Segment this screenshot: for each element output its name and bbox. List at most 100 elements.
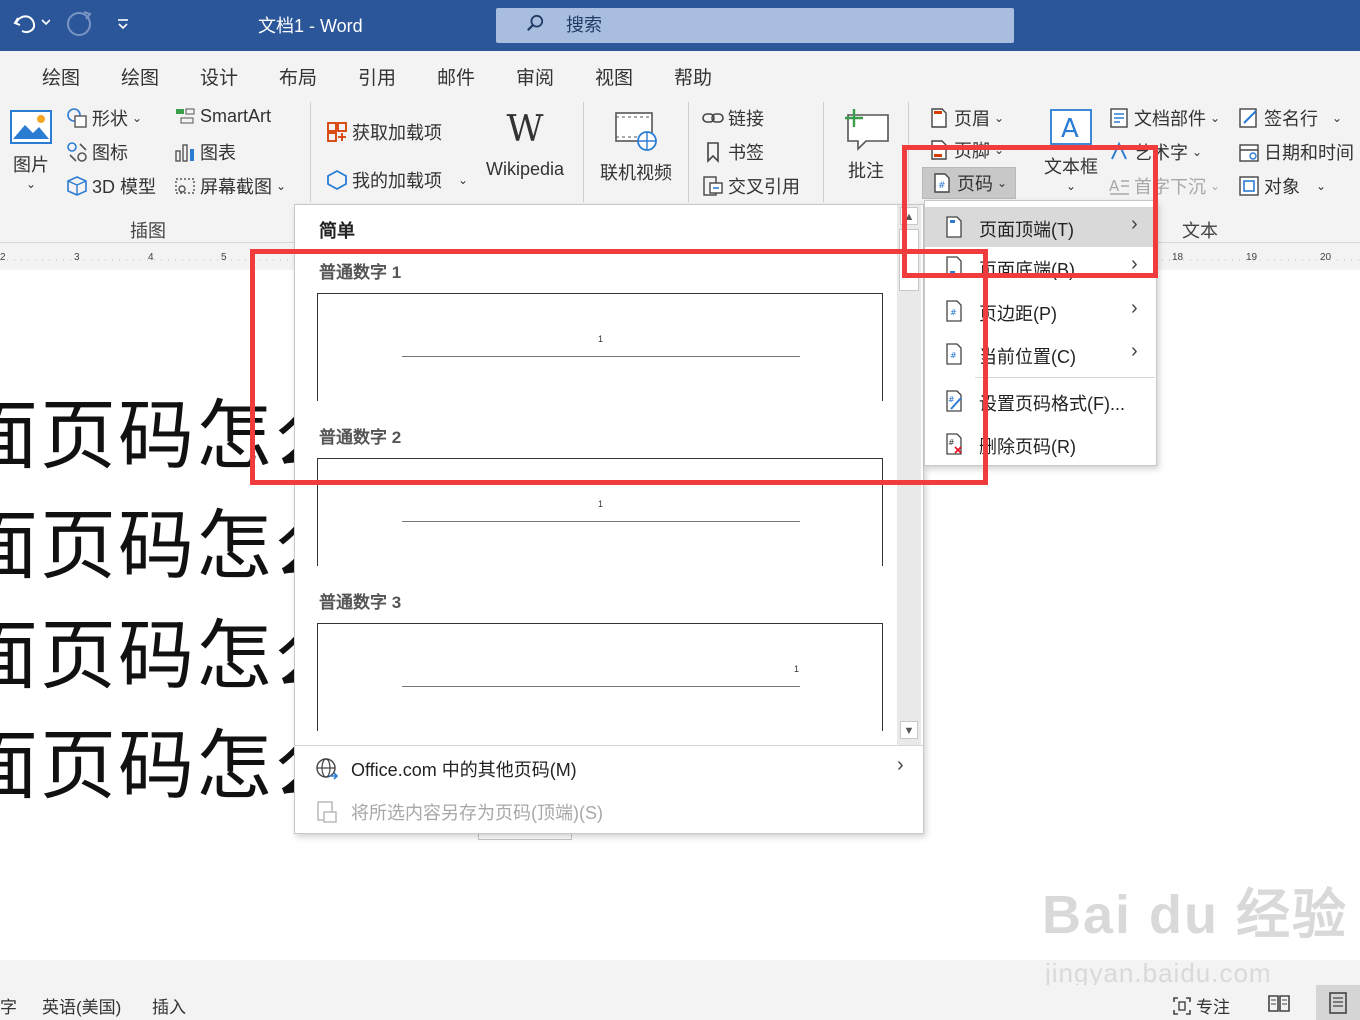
store-icon	[327, 122, 347, 142]
status-bar: 字 英语(美国) 插入 专注	[0, 985, 1360, 1020]
header-button[interactable]: 页眉 ⌄	[928, 105, 1004, 131]
tab-references[interactable]: 引用	[358, 63, 396, 90]
status-mode[interactable]: 插入	[152, 993, 186, 1018]
crossref-icon	[703, 176, 723, 196]
object-button[interactable]: 对象 ⌄	[1238, 173, 1326, 199]
quickparts-icon	[1110, 108, 1128, 128]
menu-separator	[975, 377, 1155, 378]
tab-layout[interactable]: 布局	[279, 63, 317, 90]
screenshot-icon	[175, 178, 195, 194]
menu-item-label: 设置页码格式(F)...	[979, 394, 1125, 414]
3d-models-button[interactable]: 3D 模型	[66, 173, 156, 199]
smartart-button[interactable]: SmartArt	[174, 105, 271, 127]
ruler-tick-label: 19	[1246, 252, 1258, 263]
chevron-right-icon: ›	[1131, 340, 1138, 362]
online-video-button[interactable]: 联机视频	[596, 109, 676, 185]
text-group-label: 文本	[1182, 221, 1218, 241]
smartart-label: SmartArt	[200, 105, 272, 126]
ribbon-separator	[583, 102, 584, 202]
header-label: 页眉	[954, 109, 990, 129]
signature-label: 签名行	[1264, 109, 1318, 129]
illustrations-group-label: 插图	[130, 221, 166, 241]
get-addins-button[interactable]: 获取加载项	[326, 119, 442, 145]
gallery-item-label: 普通数字 3	[319, 593, 402, 612]
link-icon	[702, 113, 724, 123]
object-label: 对象	[1264, 177, 1300, 197]
header-icon	[931, 108, 947, 128]
annotation-highlight-menu	[902, 145, 1158, 278]
icons-label: 图标	[92, 143, 128, 163]
title-bar: 文档1 - Word	[0, 0, 1360, 51]
quickparts-button[interactable]: 文档部件 ⌄	[1108, 105, 1220, 131]
scroll-down-icon[interactable]: ▼	[900, 721, 918, 739]
my-addins-label: 我的加载项	[352, 171, 442, 191]
link-button[interactable]: 链接	[702, 105, 764, 131]
shapes-button[interactable]: 形状 ⌄	[66, 105, 142, 131]
customize-quick-access-icon[interactable]	[116, 14, 130, 37]
redo-icon[interactable]	[66, 10, 94, 44]
comment-button[interactable]: 批注	[838, 107, 894, 183]
textbox-icon: A	[1050, 109, 1092, 145]
tab-help[interactable]: 帮助	[674, 63, 712, 90]
menu-item-label: 页边距(P)	[979, 304, 1057, 324]
print-layout-icon[interactable]	[1316, 985, 1360, 1020]
wikipedia-icon: W	[506, 109, 544, 150]
my-addins-button[interactable]: 我的加载项 ⌄	[326, 167, 468, 193]
quickparts-label: 文档部件	[1134, 109, 1206, 129]
my-addins-icon	[327, 169, 347, 191]
icons-button[interactable]: 图标	[66, 139, 128, 165]
undo-icon[interactable]	[12, 10, 51, 42]
gallery-item-plain-number-3[interactable]: 1	[317, 623, 883, 731]
ruler-tick-label: 20	[1320, 252, 1332, 263]
read-mode-icon[interactable]	[1268, 993, 1290, 1018]
screenshot-button[interactable]: 屏幕截图 ⌄	[174, 173, 286, 199]
picture-button[interactable]: 图片 ⌄	[8, 109, 54, 191]
tab-draw-1[interactable]: 绘图	[42, 63, 80, 90]
preview-header-line	[402, 521, 800, 522]
wikipedia-button[interactable]: W Wikipedia	[480, 109, 570, 180]
search-input[interactable]	[566, 11, 966, 39]
ruler-tick-label: 5	[221, 252, 227, 263]
watermark-brand: Bai du 经验	[1042, 885, 1349, 945]
more-page-numbers-office-item[interactable]: Office.com 中的其他页码(M) ›	[295, 748, 923, 790]
tab-draw-2[interactable]: 绘图	[121, 63, 159, 90]
object-icon	[1239, 176, 1259, 196]
save-selection-item[interactable]: 将所选内容另存为页码(顶端)(S)	[295, 791, 923, 833]
signature-button[interactable]: 签名行 ⌄	[1238, 105, 1342, 131]
tab-mailings[interactable]: 邮件	[437, 63, 475, 90]
status-language[interactable]: 英语(美国)	[42, 993, 121, 1018]
tab-review[interactable]: 审阅	[516, 63, 554, 90]
search-icon	[527, 14, 544, 31]
search-box[interactable]	[496, 8, 1014, 43]
calendar-icon	[1239, 144, 1259, 162]
chevron-right-icon: ›	[897, 754, 904, 776]
ribbon-tabs: 绘图 绘图 设计 布局 引用 邮件 审阅 视图 帮助	[0, 51, 1360, 97]
get-addins-label: 获取加载项	[352, 123, 442, 143]
crossref-label: 交叉引用	[728, 177, 800, 197]
svg-text:A: A	[1061, 114, 1079, 144]
datetime-button[interactable]: 日期和时间	[1238, 139, 1354, 165]
chart-label: 图表	[200, 143, 236, 163]
tab-view[interactable]: 视图	[595, 63, 633, 90]
status-char-count[interactable]: 字	[0, 993, 17, 1018]
save-selection-label: 将所选内容另存为页码(顶端)(S)	[351, 803, 603, 823]
tab-design[interactable]: 设计	[200, 63, 238, 90]
wikipedia-label: Wikipedia	[485, 159, 565, 179]
chart-button[interactable]: 图表	[174, 139, 236, 165]
ribbon-separator	[688, 102, 689, 202]
save-to-gallery-icon	[317, 801, 337, 823]
bookmark-label: 书签	[728, 143, 764, 163]
focus-mode-button[interactable]: 专注	[1172, 993, 1230, 1018]
gallery-category-title: 简单	[319, 221, 355, 241]
chart-icon	[175, 144, 194, 162]
3d-models-label: 3D 模型	[92, 177, 157, 197]
ruler-tick-label: 4	[148, 252, 154, 263]
crossref-button[interactable]: 交叉引用	[702, 173, 800, 199]
globe-icon	[316, 758, 339, 780]
preview-page-number: 1	[794, 664, 800, 674]
focus-label: 专注	[1196, 998, 1230, 1017]
shapes-label: 形状	[92, 109, 128, 129]
bookmark-button[interactable]: 书签	[702, 139, 764, 165]
gallery-divider	[295, 745, 923, 746]
smartart-icon	[176, 108, 195, 124]
